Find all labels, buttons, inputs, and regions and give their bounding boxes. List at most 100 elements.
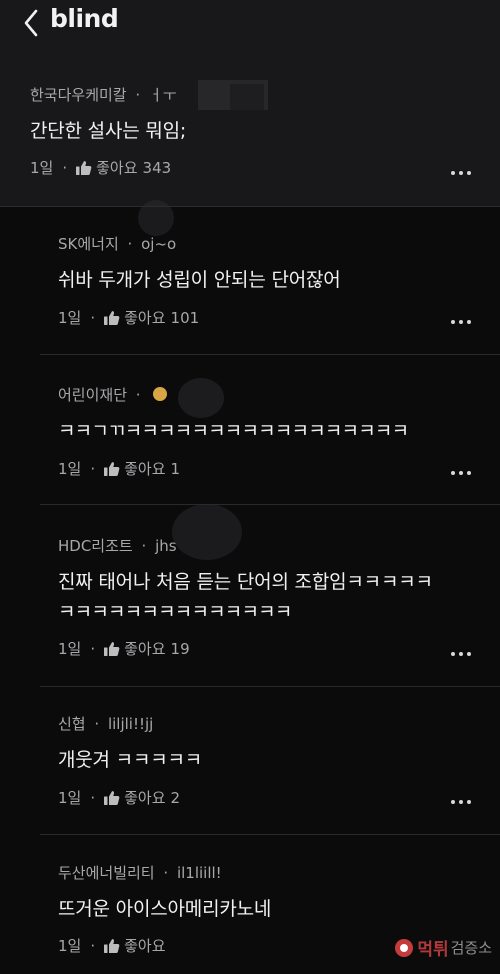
- thumbs-up-icon: [104, 790, 120, 805]
- comment-content: 뜨거운 아이스아메리카노네: [58, 898, 272, 920]
- meta-separator: ·: [163, 864, 169, 882]
- top-area: blind 한국다우케미칼 · ㅓㅜ 간단한 설사는 뭐임; 1일 · 좋아요 …: [0, 0, 500, 207]
- thumbs-up-icon: [104, 641, 120, 656]
- company-name: 한국다우케미칼: [30, 86, 127, 104]
- post-content: 간단한 설사는 뭐임;: [30, 120, 187, 142]
- like-count: 2: [170, 788, 181, 807]
- like-label: 좋아요: [124, 640, 166, 658]
- censor-mosaic: [178, 378, 224, 418]
- footer-separator: ·: [90, 459, 96, 478]
- company-name: SK에너지: [58, 235, 119, 253]
- like-label: 좋아요: [124, 460, 166, 478]
- meta-separator: ·: [135, 86, 141, 104]
- thumbs-up-icon: [104, 461, 120, 476]
- watermark-brand: 먹튀: [417, 940, 449, 960]
- thumbs-up-icon: [104, 938, 120, 953]
- like-button[interactable]: 좋아요: [103, 935, 170, 956]
- like-button[interactable]: 좋아요 2: [103, 787, 180, 808]
- footer-separator: ·: [62, 158, 68, 177]
- comment-divider: [40, 834, 500, 835]
- watermark-sub: 검증소: [450, 939, 492, 957]
- more-options-button[interactable]: [446, 792, 476, 812]
- comment-content: ㅋㅋㄱㄲㅋㅋㅋㅋㅋㅋㅋㅋㅋㅋㅋㅋㅋㅋㅋㅋㅋ: [58, 420, 409, 442]
- comment-content: 개웃겨 ㅋㅋㅋㅋㅋ: [58, 749, 203, 771]
- meta-separator: ·: [141, 537, 147, 555]
- like-label: 좋아요: [124, 309, 166, 327]
- badge-icon: [153, 387, 168, 401]
- company-name: 두산에너빌리티: [58, 864, 155, 882]
- like-label: 좋아요: [124, 789, 166, 807]
- like-count: 101: [170, 308, 200, 327]
- meta-separator: ·: [94, 715, 100, 733]
- comment-footer: 1일 · 좋아요 19: [58, 638, 190, 659]
- comment-meta: 두산에너빌리티 · il1liill!: [58, 862, 222, 883]
- more-options-button[interactable]: [446, 163, 476, 183]
- like-button[interactable]: 좋아요 343: [75, 157, 171, 178]
- back-button[interactable]: [16, 6, 46, 40]
- more-options-button[interactable]: [446, 644, 476, 664]
- comment-meta: 신협 · liljli!!jj: [58, 713, 153, 734]
- like-button[interactable]: 좋아요 19: [103, 638, 190, 659]
- like-count: 1: [170, 459, 181, 478]
- company-name: HDC리조트: [58, 537, 133, 555]
- app-header: blind: [0, 0, 500, 48]
- comment-content: 쉬바 두개가 성립이 안되는 단어잖어: [58, 269, 341, 291]
- blind-logo: blind: [50, 4, 119, 33]
- thumbs-up-icon: [104, 310, 120, 325]
- comment-divider: [40, 504, 500, 505]
- comment-meta: HDC리조트 · jhs: [58, 535, 177, 556]
- site-watermark: 먹튀 검증소: [395, 935, 492, 960]
- more-options-button[interactable]: [446, 312, 476, 332]
- comment-divider: [40, 686, 500, 687]
- company-name: 어린이재단: [58, 386, 128, 404]
- comment-content: 진짜 태어나 처음 듣는 단어의 조합임ㅋㅋㅋㅋㅋ: [58, 571, 433, 593]
- like-button[interactable]: 좋아요 101: [103, 307, 199, 328]
- watermark-logo-icon: [395, 938, 414, 957]
- comment-divider: [40, 354, 500, 355]
- comment-meta: 어린이재단 ·: [58, 384, 168, 405]
- like-button[interactable]: 좋아요 1: [103, 458, 180, 479]
- comment-footer: 1일 · 좋아요 1: [58, 458, 180, 479]
- footer-separator: ·: [90, 788, 96, 807]
- comment-age: 1일: [58, 937, 82, 955]
- thread-page: blind 한국다우케미칼 · ㅓㅜ 간단한 설사는 뭐임; 1일 · 좋아요 …: [0, 0, 500, 974]
- nickname: jhs: [155, 537, 177, 555]
- nickname: ㅓㅜ: [148, 86, 177, 104]
- more-dots-icon: [451, 800, 455, 804]
- more-options-button[interactable]: [446, 463, 476, 483]
- censor-mosaic: [230, 84, 264, 110]
- comment-age: 1일: [58, 789, 82, 807]
- comment-age: 1일: [58, 460, 82, 478]
- comment-meta: SK에너지 · oj~o: [58, 233, 176, 254]
- back-chevron-icon: [24, 9, 38, 37]
- company-name: 신협: [58, 715, 86, 733]
- more-dots-icon: [451, 320, 455, 324]
- footer-separator: ·: [90, 936, 96, 955]
- censor-mosaic: [172, 504, 242, 560]
- post-meta: 한국다우케미칼 · ㅓㅜ: [30, 84, 177, 105]
- thumbs-up-icon: [76, 160, 92, 175]
- more-dots-icon: [451, 652, 455, 656]
- comment-footer: 1일 · 좋아요 2: [58, 787, 180, 808]
- more-dots-icon: [451, 471, 455, 475]
- nickname: il1liill!: [176, 864, 222, 882]
- meta-separator: ·: [135, 386, 141, 404]
- nickname: oj~o: [141, 235, 177, 253]
- more-dots-icon: [451, 171, 455, 175]
- like-count: 19: [170, 639, 190, 658]
- comment-age: 1일: [58, 640, 82, 658]
- like-label: 좋아요: [96, 159, 138, 177]
- post-footer: 1일 · 좋아요 343: [30, 157, 171, 178]
- meta-separator: ·: [127, 235, 133, 253]
- post-age: 1일: [30, 159, 54, 177]
- footer-separator: ·: [90, 308, 96, 327]
- comment-footer: 1일 · 좋아요: [58, 935, 171, 956]
- censor-mosaic: [138, 200, 174, 236]
- like-count: 343: [142, 158, 172, 177]
- comment-content-line2: ㅋㅋㅋㅋㅋㅋㅋㅋㅋㅋㅋㅋㅋㅋ: [58, 601, 292, 623]
- footer-separator: ·: [90, 639, 96, 658]
- comment-age: 1일: [58, 309, 82, 327]
- nickname: liljli!!jj: [107, 715, 154, 733]
- comment-footer: 1일 · 좋아요 101: [58, 307, 199, 328]
- like-label: 좋아요: [124, 937, 166, 955]
